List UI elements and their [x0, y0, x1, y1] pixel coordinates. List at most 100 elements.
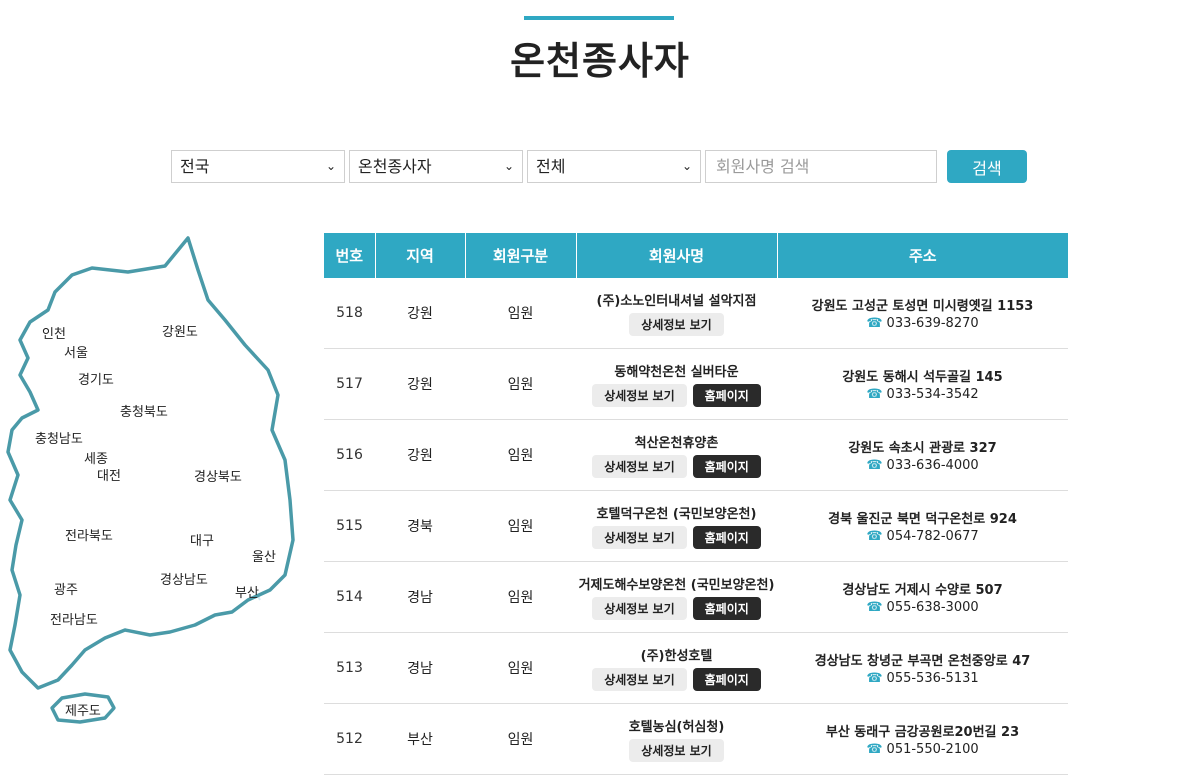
row-number: 517 [324, 348, 375, 420]
homepage-button[interactable]: 홈페이지 [692, 668, 761, 691]
search-input[interactable] [705, 150, 937, 183]
phone-number[interactable]: 033-639-8270 [887, 316, 979, 331]
map-label-jeju[interactable]: 제주도 [65, 704, 101, 719]
phone-line: ☎ 033-636-4000 [777, 458, 1068, 473]
row-number: 516 [324, 419, 375, 491]
detail-button[interactable]: 상세정보 보기 [592, 384, 687, 407]
table-row: 512 부산 임원 호텔농심(허심청) 상세정보 보기 부산 동래구 금강공원로20번길 … [324, 703, 1068, 775]
row-member-type: 임원 [465, 348, 576, 420]
map-label-gangwon[interactable]: 강원도 [162, 325, 198, 340]
detail-button[interactable]: 상세정보 보기 [592, 597, 687, 620]
row-region: 경북 [375, 490, 465, 562]
title-accent-bar [524, 16, 674, 20]
region-select[interactable]: 전국 ⌄ [171, 150, 345, 183]
category-select-value: 온천종사자 [358, 157, 432, 176]
type-select[interactable]: 전체 ⌄ [527, 150, 701, 183]
phone-icon: ☎ [866, 671, 883, 686]
phone-icon: ☎ [866, 600, 883, 615]
row-address-cell: 경북 울진군 북면 덕구온천로 924 ☎ 054-782-0677 [777, 490, 1068, 562]
phone-icon: ☎ [866, 387, 883, 402]
row-number: 514 [324, 561, 375, 633]
phone-number[interactable]: 054-782-0677 [887, 529, 979, 544]
map-label-gyeonggi[interactable]: 경기도 [78, 373, 114, 388]
row-member-type: 임원 [465, 490, 576, 562]
phone-icon: ☎ [866, 742, 883, 757]
phone-number[interactable]: 033-636-4000 [887, 458, 979, 473]
row-member-type: 임원 [465, 561, 576, 633]
table-row: 513 경남 임원 (주)한성호텔 상세정보 보기 홈페이지 경상남도 창녕군 부곡면 온천… [324, 632, 1068, 704]
member-name: 호텔농심(허심청) [628, 720, 725, 735]
row-number: 518 [324, 278, 375, 349]
row-region: 강원 [375, 348, 465, 420]
map-label-seoul[interactable]: 서울 [64, 346, 88, 361]
phone-line: ☎ 033-534-3542 [777, 387, 1068, 402]
map-label-incheon[interactable]: 인천 [42, 327, 66, 342]
row-member-cell: (주)소노인터내셔널 설악지점 상세정보 보기 [576, 278, 777, 349]
map-label-daegu[interactable]: 대구 [190, 534, 214, 549]
row-member-cell: 호텔덕구온천 (국민보양온천) 상세정보 보기 홈페이지 [576, 490, 777, 562]
homepage-button[interactable]: 홈페이지 [692, 526, 761, 549]
phone-line: ☎ 055-638-3000 [777, 600, 1068, 615]
phone-line: ☎ 054-782-0677 [777, 529, 1068, 544]
row-address-cell: 경상남도 창녕군 부곡면 온천중앙로 47 ☎ 055-536-5131 [777, 632, 1068, 704]
map-label-jeonbuk[interactable]: 전라북도 [65, 529, 113, 544]
detail-button[interactable]: 상세정보 보기 [629, 313, 724, 336]
row-actions: 상세정보 보기 홈페이지 [576, 455, 777, 478]
header-address: 주소 [777, 233, 1068, 278]
search-button[interactable]: 검색 [947, 150, 1027, 183]
type-select-value: 전체 [536, 157, 566, 176]
member-name: (주)한성호텔 [640, 649, 713, 664]
chevron-down-icon: ⌄ [503, 159, 514, 173]
korea-region-map[interactable]: 인천 서울 경기도 강원도 충청북도 충청남도 세종 대전 경상북도 전라북도 … [0, 230, 300, 730]
row-address-cell: 강원도 고성군 토성면 미시령옛길 1153 ☎ 033-639-8270 [777, 278, 1068, 349]
table-row: 516 강원 임원 척산온천휴양촌 상세정보 보기 홈페이지 강원도 속초시 관광로 327… [324, 419, 1068, 491]
row-region: 경남 [375, 561, 465, 633]
homepage-button[interactable]: 홈페이지 [692, 384, 761, 407]
map-label-ulsan[interactable]: 울산 [252, 550, 276, 565]
region-select-value: 전국 [180, 157, 210, 176]
phone-number[interactable]: 055-638-3000 [887, 600, 979, 615]
map-label-jeonnam[interactable]: 전라남도 [50, 613, 98, 628]
chevron-down-icon: ⌄ [681, 159, 692, 173]
map-label-chungnam[interactable]: 충청남도 [35, 432, 83, 447]
map-label-gyeongbuk[interactable]: 경상북도 [194, 470, 242, 485]
table-row: 514 경남 임원 거제도해수보양온천 (국민보양온천) 상세정보 보기 홈페이지 경상남도… [324, 561, 1068, 633]
row-actions: 상세정보 보기 [576, 739, 777, 762]
map-label-chungbuk[interactable]: 충청북도 [120, 405, 168, 420]
phone-number[interactable]: 051-550-2100 [887, 742, 979, 757]
map-label-busan[interactable]: 부산 [235, 586, 259, 601]
map-label-daejeon[interactable]: 대전 [97, 469, 121, 484]
address-text: 강원도 고성군 토성면 미시령옛길 1153 [811, 299, 1034, 314]
member-name: 동해약천온천 실버타운 [614, 365, 739, 380]
header-member-name: 회원사명 [576, 233, 778, 278]
address-text: 경상남도 창녕군 부곡면 온천중앙로 47 [814, 654, 1031, 669]
homepage-button[interactable]: 홈페이지 [692, 455, 761, 478]
map-label-sejong[interactable]: 세종 [84, 452, 108, 467]
detail-button[interactable]: 상세정보 보기 [592, 526, 687, 549]
row-member-type: 임원 [465, 703, 576, 775]
phone-icon: ☎ [866, 316, 883, 331]
member-name: 호텔덕구온천 (국민보양온천) [596, 507, 757, 522]
table-row: 515 경북 임원 호텔덕구온천 (국민보양온천) 상세정보 보기 홈페이지 경북 울진군 … [324, 490, 1068, 562]
row-address-cell: 강원도 속초시 관광로 327 ☎ 033-636-4000 [777, 419, 1068, 491]
map-label-gwangju[interactable]: 광주 [54, 583, 78, 598]
row-member-cell: 호텔농심(허심청) 상세정보 보기 [576, 703, 777, 775]
detail-button[interactable]: 상세정보 보기 [629, 739, 724, 762]
category-select[interactable]: 온천종사자 ⌄ [349, 150, 523, 183]
detail-button[interactable]: 상세정보 보기 [592, 455, 687, 478]
chevron-down-icon: ⌄ [325, 159, 336, 173]
row-actions: 상세정보 보기 홈페이지 [576, 668, 777, 691]
phone-line: ☎ 051-550-2100 [777, 742, 1068, 757]
phone-line: ☎ 055-536-5131 [777, 671, 1068, 686]
row-actions: 상세정보 보기 홈페이지 [576, 526, 777, 549]
map-label-gyeongnam[interactable]: 경상남도 [160, 573, 208, 588]
header-region: 지역 [375, 233, 466, 278]
detail-button[interactable]: 상세정보 보기 [592, 668, 687, 691]
homepage-button[interactable]: 홈페이지 [692, 597, 761, 620]
phone-number[interactable]: 055-536-5131 [887, 671, 979, 686]
table-header-row: 번호 지역 회원구분 회원사명 주소 [324, 233, 1068, 278]
row-member-cell: 거제도해수보양온천 (국민보양온천) 상세정보 보기 홈페이지 [576, 561, 777, 633]
phone-number[interactable]: 033-534-3542 [887, 387, 979, 402]
row-region: 부산 [375, 703, 465, 775]
row-actions: 상세정보 보기 [576, 313, 777, 336]
